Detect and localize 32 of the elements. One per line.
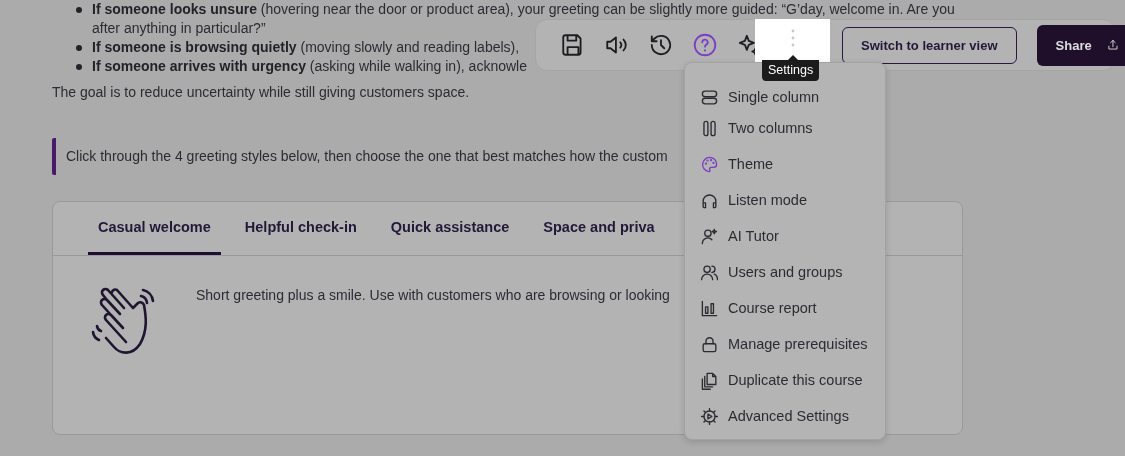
menu-item[interactable]: AI Tutor [685,218,885,254]
tooltip: Settings [762,55,820,81]
menu-item[interactable]: Listen mode [685,182,885,218]
rows-icon [700,87,719,107]
bullet-text: If someone is browsing quietly (moving slowly and reading labels), [92,38,520,57]
tab[interactable]: Quick assistance [380,202,520,255]
lock-icon [700,334,719,354]
bullet-icon [76,7,82,13]
gear-icon [700,406,719,426]
bullet-icon [76,64,82,70]
chart-icon [700,298,719,318]
tab[interactable]: Casual welcome [88,202,221,255]
bullet-icon [76,45,82,51]
menu-item[interactable]: Users and groups [685,254,885,290]
summary-text: The goal is to reduce uncertainty while still giving customers space. [52,83,470,102]
tab[interactable]: Space and priva [533,202,665,255]
columns-icon [700,118,719,138]
copy-icon [700,370,719,390]
menu-item[interactable]: Manage prerequisites [685,326,885,362]
bullet-text: If someone arrives with urgency (asking while walking in), acknowle [92,57,527,76]
history-icon [648,32,674,58]
upload-icon [1105,37,1120,53]
share-button[interactable]: Share [1036,24,1125,66]
more-icon [790,29,795,47]
menu-item[interactable]: Duplicate this course [685,362,885,398]
tab[interactable]: Helpful check-in [234,202,367,255]
palette-icon [700,154,719,174]
help-icon [692,32,718,58]
menu-item[interactable]: Advanced Settings [685,398,885,434]
description-text: Short greeting plus a smile. Use with customers who are browsing or looking [196,286,670,305]
person-sparkle-icon [700,226,719,246]
menu-item[interactable]: Course report [685,290,885,326]
